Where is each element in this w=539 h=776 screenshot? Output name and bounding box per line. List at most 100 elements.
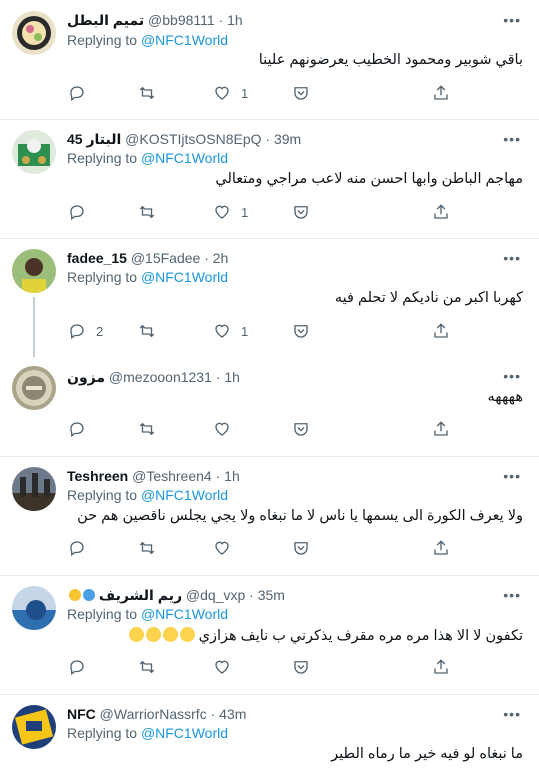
- save-button[interactable]: [292, 201, 310, 223]
- tweet-header: NFC @WarriorNassrfc · 43m: [67, 706, 246, 726]
- share-button[interactable]: [432, 418, 450, 440]
- share-button[interactable]: [432, 82, 450, 104]
- reply-button[interactable]: [68, 418, 96, 440]
- more-options-icon[interactable]: •••: [503, 587, 521, 603]
- more-options-icon[interactable]: •••: [503, 250, 521, 266]
- user-handle[interactable]: @dq_vxp: [186, 587, 245, 603]
- replying-to-label: Replying to: [67, 606, 138, 622]
- reply-button[interactable]: [68, 656, 96, 678]
- tweet-time[interactable]: 43m: [219, 706, 246, 722]
- user-handle[interactable]: @Teshreen4: [132, 468, 212, 484]
- display-name[interactable]: NFC: [67, 706, 96, 722]
- tweet-actions: [60, 418, 460, 440]
- more-options-icon[interactable]: •••: [503, 706, 521, 722]
- like-count: 1: [241, 85, 249, 101]
- avatar[interactable]: [12, 467, 56, 511]
- avatar[interactable]: [12, 249, 56, 293]
- save-icon: [294, 423, 308, 436]
- share-button[interactable]: [432, 656, 450, 678]
- tweet-time[interactable]: 1h: [224, 369, 240, 385]
- retweet-button[interactable]: [138, 656, 156, 678]
- avatar[interactable]: [12, 366, 56, 410]
- reply-button[interactable]: 2: [68, 320, 103, 342]
- replying-to-link[interactable]: @NFC1World: [141, 725, 228, 741]
- replying-to-label: Replying to: [67, 150, 138, 166]
- share-button[interactable]: [432, 320, 450, 342]
- tweet-time[interactable]: 1h: [224, 468, 240, 484]
- tweet[interactable]: تميم البطل @bb98111 · 1h ••• Replying to…: [0, 0, 539, 119]
- dot-separator: ·: [215, 468, 221, 484]
- share-button[interactable]: [432, 537, 450, 559]
- display-name[interactable]: تميم البطل: [67, 12, 144, 28]
- tweet[interactable]: fadee_15 @15Fadee · 2h ••• Replying to @…: [0, 239, 539, 357]
- more-options-icon[interactable]: •••: [503, 131, 521, 147]
- display-name[interactable]: fadee_15: [67, 250, 127, 266]
- user-handle[interactable]: @KOSTIjtsOSN8EpQ: [125, 131, 261, 147]
- tweet-time[interactable]: 39m: [274, 131, 301, 147]
- like-button[interactable]: [213, 656, 241, 678]
- save-button[interactable]: [292, 320, 310, 342]
- tweet[interactable]: مزون @mezooon1231 · 1h ••• ههههه: [0, 357, 539, 455]
- avatar[interactable]: [12, 130, 56, 174]
- display-name[interactable]: Teshreen: [67, 468, 128, 484]
- retweet-button[interactable]: [138, 320, 156, 342]
- tweet-time[interactable]: 1h: [227, 12, 243, 28]
- save-icon: [294, 325, 308, 338]
- save-button[interactable]: [292, 656, 310, 678]
- replying-to-link[interactable]: @NFC1World: [141, 487, 228, 503]
- reply-button[interactable]: [68, 201, 96, 223]
- save-button[interactable]: [292, 418, 310, 440]
- retweet-button[interactable]: [138, 201, 156, 223]
- retweet-icon: [139, 205, 155, 219]
- tweet[interactable]: Teshreen @Teshreen4 · 1h ••• Replying to…: [0, 457, 539, 575]
- tweet[interactable]: البتار 45 @KOSTIjtsOSN8EpQ · 39m ••• Rep…: [0, 120, 539, 238]
- display-name[interactable]: البتار 45: [67, 131, 121, 147]
- user-handle[interactable]: @15Fadee: [131, 250, 200, 266]
- replying-to-link[interactable]: @NFC1World: [141, 32, 228, 48]
- display-name[interactable]: ريم الشريف: [99, 587, 182, 603]
- save-button[interactable]: [292, 537, 310, 559]
- tweet-text: ولا يعرف الكورة الى يسمها يا ناس لا ما ن…: [77, 508, 523, 524]
- retweet-button[interactable]: [138, 418, 156, 440]
- user-handle[interactable]: @mezooon1231: [109, 369, 212, 385]
- tweet-actions: [60, 537, 460, 559]
- tweet-actions: 2 1: [60, 320, 460, 342]
- replying-to: Replying to @NFC1World: [67, 606, 228, 622]
- tweet-header: Teshreen @Teshreen4 · 1h: [67, 468, 240, 488]
- reply-button[interactable]: [68, 537, 96, 559]
- replying-to: Replying to @NFC1World: [67, 269, 228, 285]
- share-button[interactable]: [432, 201, 450, 223]
- tweet-text: مهاجم الباطن وابها احسن منه لاعب مراجي و…: [215, 171, 523, 187]
- tweet-time[interactable]: 35m: [258, 587, 285, 603]
- tweet[interactable]: NFC @WarriorNassrfc · 43m ••• Replying t…: [0, 695, 539, 776]
- like-button[interactable]: 1: [213, 201, 248, 223]
- display-name[interactable]: مزون: [67, 369, 105, 385]
- smiling-face-emoji-icon: [128, 627, 144, 642]
- tweet-time[interactable]: 2h: [213, 250, 229, 266]
- retweet-button[interactable]: [138, 82, 156, 104]
- tweet-header: البتار 45 @KOSTIjtsOSN8EpQ · 39m: [67, 131, 301, 151]
- like-button[interactable]: 1: [213, 82, 248, 104]
- avatar[interactable]: [12, 586, 56, 630]
- avatar[interactable]: [12, 11, 56, 55]
- more-options-icon[interactable]: •••: [503, 12, 521, 28]
- reply-count: 2: [96, 323, 104, 339]
- like-button[interactable]: [213, 418, 241, 440]
- tweet-text: ما نبغاه لو فيه خير ما رماه الطير: [331, 746, 523, 762]
- more-options-icon[interactable]: •••: [503, 468, 521, 484]
- replying-to-link[interactable]: @NFC1World: [141, 150, 228, 166]
- avatar[interactable]: [12, 705, 56, 749]
- like-button[interactable]: 1: [213, 320, 248, 342]
- like-button[interactable]: [213, 537, 241, 559]
- reply-button[interactable]: [68, 82, 96, 104]
- user-handle[interactable]: @bb98111: [148, 12, 215, 28]
- user-handle[interactable]: @WarriorNassrfc: [100, 706, 207, 722]
- save-button[interactable]: [292, 82, 310, 104]
- replying-to-link[interactable]: @NFC1World: [141, 606, 228, 622]
- retweet-button[interactable]: [138, 537, 156, 559]
- more-options-icon[interactable]: •••: [503, 368, 521, 384]
- smiling-face-emoji-icon: [145, 627, 161, 642]
- tweet-actions: 1: [60, 201, 460, 223]
- tweet[interactable]: ريم الشريف @dq_vxp · 35m ••• Replying to…: [0, 576, 539, 694]
- replying-to-link[interactable]: @NFC1World: [141, 269, 228, 285]
